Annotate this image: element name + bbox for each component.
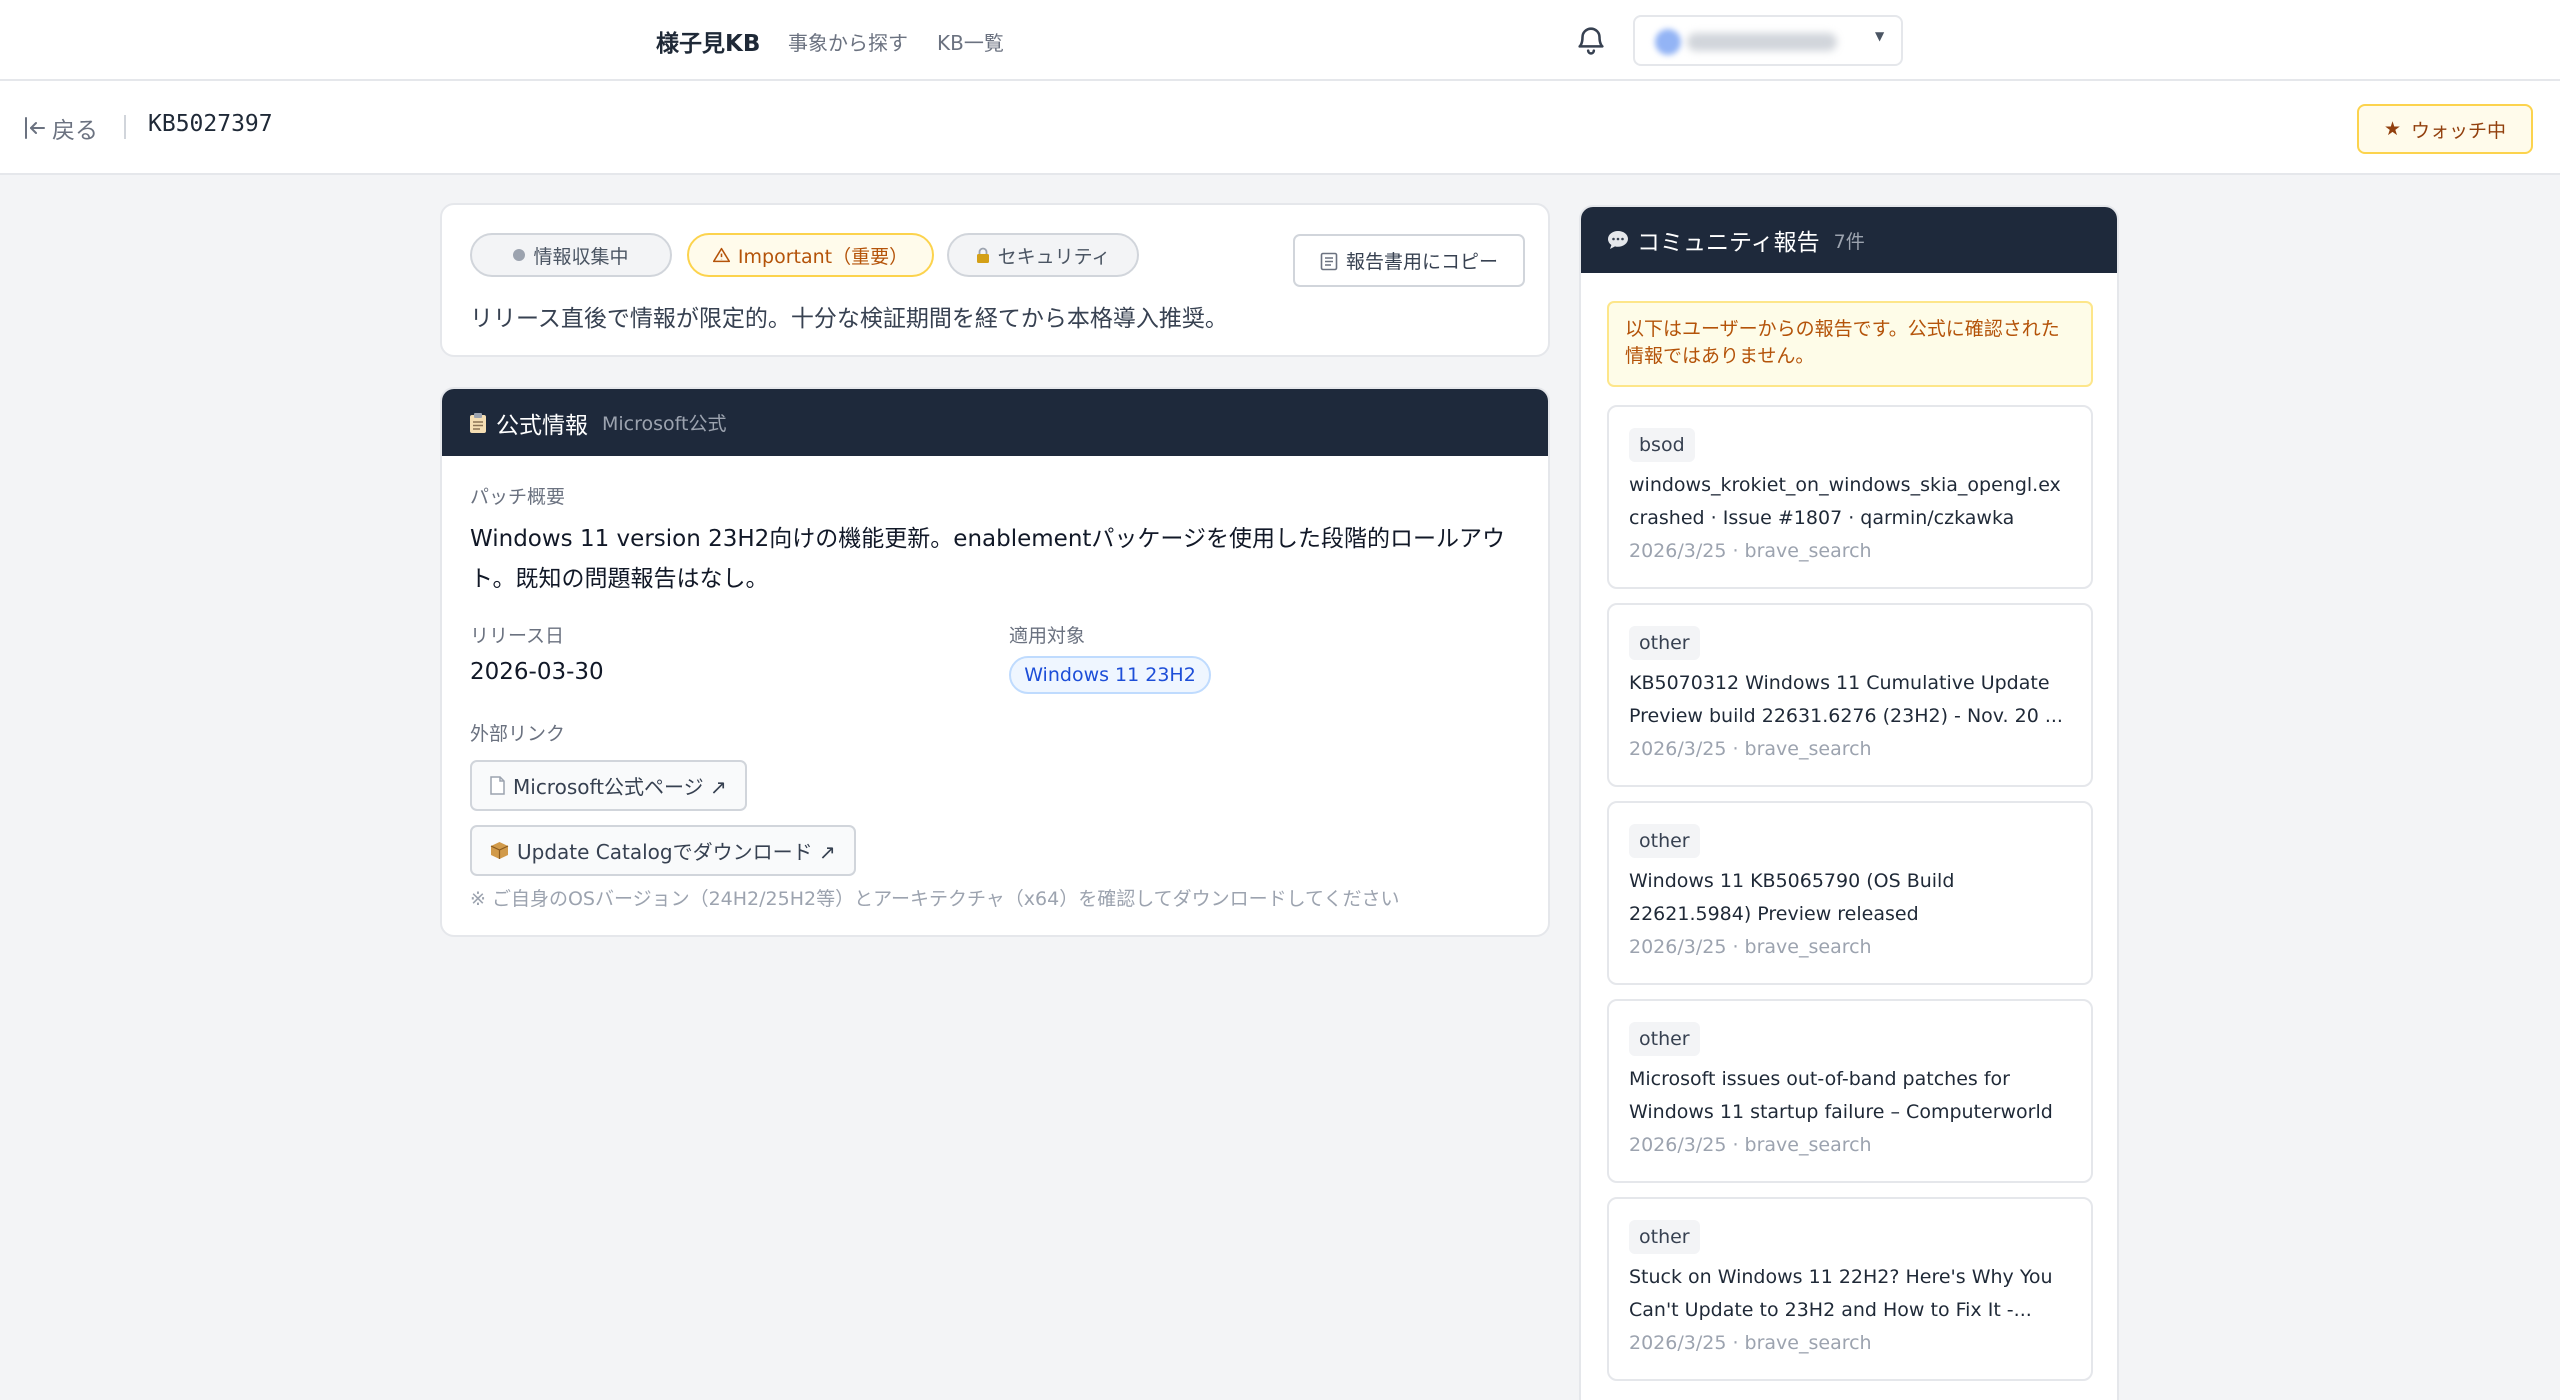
star-icon: ★ — [2383, 118, 2402, 140]
report-category-tag: other — [1629, 1220, 1700, 1254]
report-category-tag: other — [1629, 1022, 1700, 1056]
clipboard-icon — [1320, 252, 1338, 270]
report-title: Stuck on Windows 11 22H2? Here's Why You… — [1629, 1266, 2053, 1321]
package-icon — [490, 842, 509, 859]
target-os-tag: Windows 11 23H2 — [1009, 656, 1211, 694]
report-title: Windows 11 KB5065790 (OS Build 22621.598… — [1629, 870, 1955, 925]
clipboard-icon — [470, 412, 486, 433]
community-reports-header: コミュニティ報告 7件 — [1581, 207, 2117, 273]
release-date-label: リリース日 — [470, 625, 565, 647]
community-reports-title: コミュニティ報告 — [1607, 223, 1820, 257]
official-info-subtitle: Microsoft公式 — [602, 413, 727, 435]
community-report-item[interactable]: other KB5070312 Windows 11 Cumulative Up… — [1607, 603, 2093, 787]
document-icon — [490, 776, 505, 795]
category-badge: セキュリティ — [947, 233, 1139, 277]
microsoft-official-page-label: Microsoft公式ページ ↗ — [513, 775, 727, 799]
speech-bubble-icon — [1608, 231, 1628, 249]
user-menu-select[interactable]: ▼ — [1633, 15, 1903, 66]
report-title: KB5070312 Windows 11 Cumulative Update P… — [1629, 672, 2063, 727]
report-title: windows_krokiet_on_windows_skia_opengl.e… — [1629, 474, 2061, 529]
official-info-title: 公式情報 — [468, 406, 588, 440]
severity-badge: Important（重要） — [687, 233, 934, 277]
report-meta: 2026/3/25 · brave_search — [1629, 1332, 1872, 1354]
download-hint: ※ ご自身のOSバージョン（24H2/25H2等）とアーキテクチャ（x64）を確… — [470, 888, 1400, 910]
watch-button[interactable]: ★ ウォッチ中 — [2357, 104, 2533, 154]
user-name-redacted — [1687, 33, 1837, 51]
microsoft-official-page-link[interactable]: Microsoft公式ページ ↗ — [470, 760, 747, 811]
external-links-label: 外部リンク — [470, 723, 566, 745]
arrow-left-bar-icon — [25, 117, 45, 139]
patch-summary: Windows 11 version 23H2向けの機能更新。enablemen… — [470, 526, 1505, 592]
report-category-tag: other — [1629, 626, 1700, 660]
copy-button-label: 報告書用にコピー — [1345, 252, 1498, 273]
report-category-tag: other — [1629, 824, 1700, 858]
copy-for-report-button[interactable]: 報告書用にコピー — [1293, 234, 1525, 287]
report-meta: 2026/3/25 · brave_search — [1629, 936, 1872, 958]
community-reports-panel: コミュニティ報告 7件 以下はユーザーからの報告です。公式に確認された情報ではあ… — [1579, 205, 2119, 1400]
report-meta: 2026/3/25 · brave_search — [1629, 540, 1872, 562]
community-disclaimer: 以下はユーザーからの報告です。公式に確認された情報ではありません。 — [1607, 301, 2093, 387]
status-badge: 情報収集中 — [470, 233, 672, 277]
avatar — [1655, 29, 1681, 55]
warning-icon — [712, 247, 730, 263]
report-category-tag: bsod — [1629, 428, 1695, 462]
report-title: Microsoft issues out-of-band patches for… — [1629, 1068, 2053, 1123]
back-label: 戻る — [52, 118, 98, 144]
nav-link-search-by-event[interactable]: 事象から探す — [788, 27, 908, 56]
status-dot-icon — [513, 249, 526, 261]
update-catalog-download-label: Update Catalogでダウンロード ↗ — [517, 840, 836, 864]
back-button[interactable]: 戻る — [24, 111, 98, 145]
official-info-card: 公式情報 Microsoft公式 パッチ概要 Windows 11 versio… — [440, 387, 1550, 937]
community-reports-title-text: コミュニティ報告 — [1637, 230, 1820, 256]
summary-label: パッチ概要 — [470, 486, 566, 508]
page-header: 戻る KB5027397 ★ ウォッチ中 — [0, 81, 2560, 175]
severity-badge-label: Important（重要） — [737, 245, 909, 268]
report-meta: 2026/3/25 · brave_search — [1629, 738, 1872, 760]
page-title: KB5027397 — [148, 111, 273, 137]
status-badge-label: 情報収集中 — [533, 245, 629, 268]
release-date: 2026-03-30 — [470, 659, 604, 685]
status-note: リリース直後で情報が限定的。十分な検証期間を経てから本格導入推奨。 — [470, 306, 1228, 332]
watch-label: ウォッチ中 — [2411, 120, 2507, 142]
community-report-item[interactable]: other Windows 11 KB5065790 (OS Build 226… — [1607, 801, 2093, 985]
official-info-title-text: 公式情報 — [496, 412, 588, 439]
nav-link-kb-list[interactable]: KB一覧 — [937, 27, 1004, 56]
report-meta: 2026/3/25 · brave_search — [1629, 1134, 1872, 1156]
category-badge-label: セキュリティ — [997, 245, 1111, 268]
status-card: 情報収集中 Important（重要） セキュリティ 報告書用にコピー リリース… — [440, 203, 1550, 357]
divider — [124, 115, 126, 139]
community-report-count: 7件 — [1833, 230, 1865, 253]
official-info-header: 公式情報 Microsoft公式 — [442, 389, 1548, 456]
target-label: 適用対象 — [1009, 625, 1086, 647]
community-report-item[interactable]: bsod windows_krokiet_on_windows_skia_ope… — [1607, 405, 2093, 589]
chevron-down-icon: ▼ — [1875, 29, 1885, 43]
update-catalog-download-link[interactable]: Update Catalogでダウンロード ↗ — [470, 825, 856, 876]
community-report-item[interactable]: other Microsoft issues out-of-band patch… — [1607, 999, 2093, 1183]
bell-icon[interactable] — [1574, 22, 1608, 58]
community-report-item[interactable]: other Stuck on Windows 11 22H2? Here's W… — [1607, 1197, 2093, 1381]
brand-logo[interactable]: 様子見KB — [656, 24, 760, 58]
lock-icon — [976, 247, 989, 263]
top-navigation: 様子見KB 事象から探す KB一覧 ▼ — [0, 0, 2560, 81]
